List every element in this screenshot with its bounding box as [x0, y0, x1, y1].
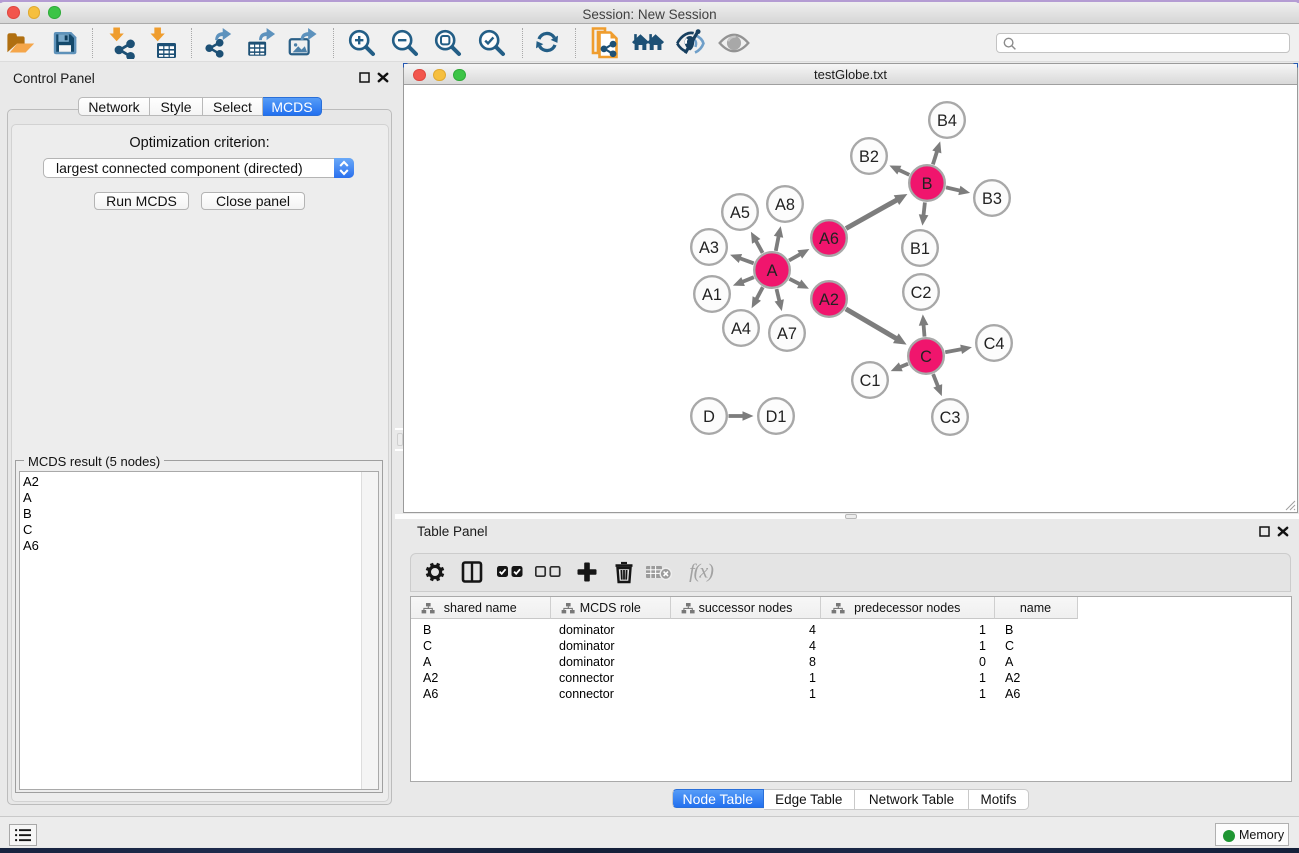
svg-text:A3: A3 [699, 239, 719, 257]
svg-text:B4: B4 [937, 112, 957, 130]
svg-text:D1: D1 [766, 408, 787, 426]
svg-text:B: B [922, 175, 933, 193]
svg-text:A2: A2 [819, 291, 839, 309]
svg-text:A1: A1 [702, 286, 722, 304]
svg-text:A: A [767, 262, 778, 280]
svg-text:C3: C3 [940, 409, 961, 427]
svg-text:C4: C4 [984, 335, 1005, 353]
svg-text:B1: B1 [910, 240, 930, 258]
svg-text:A6: A6 [819, 230, 839, 248]
svg-text:C: C [920, 348, 932, 366]
svg-text:B3: B3 [982, 190, 1002, 208]
svg-text:A4: A4 [731, 320, 751, 338]
svg-text:A8: A8 [775, 196, 795, 214]
svg-text:D: D [703, 408, 715, 426]
svg-text:B2: B2 [859, 148, 879, 166]
svg-text:C2: C2 [911, 284, 932, 302]
svg-text:A7: A7 [777, 325, 797, 343]
svg-text:A5: A5 [730, 204, 750, 222]
svg-text:C1: C1 [860, 372, 881, 390]
